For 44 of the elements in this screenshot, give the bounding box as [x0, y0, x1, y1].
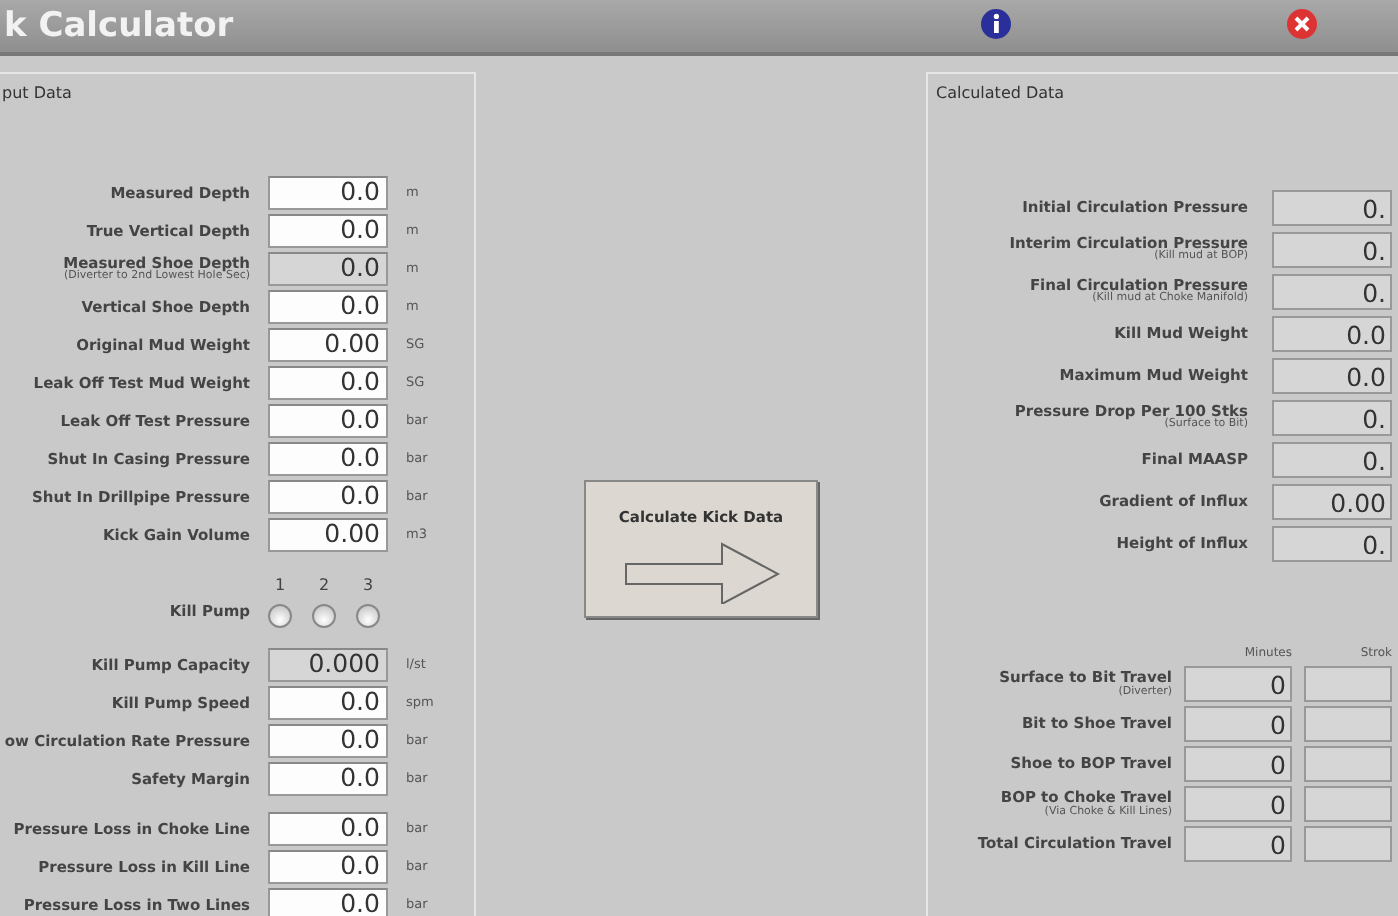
input-field[interactable]: 0.0 — [268, 850, 388, 884]
input-field[interactable]: 0.0 — [268, 762, 388, 796]
result-field: 0. — [1272, 273, 1392, 309]
result-field — [1304, 666, 1392, 702]
input-field[interactable]: 0.00 — [268, 518, 388, 552]
input-field[interactable]: 0.0 — [268, 290, 388, 324]
result-field — [1304, 826, 1392, 862]
input-field[interactable]: 0.0 — [268, 686, 388, 720]
result-field: 0. — [1272, 189, 1392, 225]
radio-label: 2 — [318, 573, 330, 597]
result-field: 0.0 — [1272, 357, 1392, 393]
result-field: 0. — [1272, 441, 1392, 477]
radio-button[interactable] — [312, 603, 336, 627]
input-field[interactable]: 0.0 — [268, 442, 388, 476]
input-field[interactable]: 0.0 — [268, 176, 388, 210]
input-field[interactable]: 0.00 — [268, 328, 388, 362]
result-field: 0 — [1184, 746, 1292, 782]
input-field[interactable]: 0.0 — [268, 214, 388, 248]
arrow-icon — [621, 540, 781, 604]
result-field — [1304, 746, 1392, 782]
result-field: 0 — [1184, 786, 1292, 822]
radio-label: 1 — [274, 573, 286, 597]
input-field[interactable]: 0.0 — [268, 404, 388, 438]
info-icon[interactable] — [980, 8, 1012, 40]
window-title: k Calculator — [2, 4, 234, 50]
result-field: 0. — [1272, 525, 1392, 561]
radio-button[interactable] — [356, 603, 380, 627]
result-field: 0.0 — [1272, 315, 1392, 351]
radio-label: 3 — [362, 573, 374, 597]
radio-button[interactable] — [268, 603, 292, 627]
result-field: 0. — [1272, 399, 1392, 435]
result-field: 0 — [1184, 666, 1292, 702]
input-field[interactable]: 0.0 — [268, 724, 388, 758]
result-field: 0. — [1272, 231, 1392, 267]
input-field[interactable]: 0.0 — [268, 812, 388, 846]
input-field[interactable]: 0.0 — [268, 888, 388, 916]
input-field[interactable]: 0.0 — [268, 366, 388, 400]
input-field[interactable]: 0.0 — [268, 480, 388, 514]
result-field — [1304, 786, 1392, 822]
result-field: 0.00 — [1272, 483, 1392, 519]
close-icon[interactable] — [1286, 8, 1318, 40]
result-field: 0 — [1184, 706, 1292, 742]
result-field: 0 — [1184, 826, 1292, 862]
result-field — [1304, 706, 1392, 742]
